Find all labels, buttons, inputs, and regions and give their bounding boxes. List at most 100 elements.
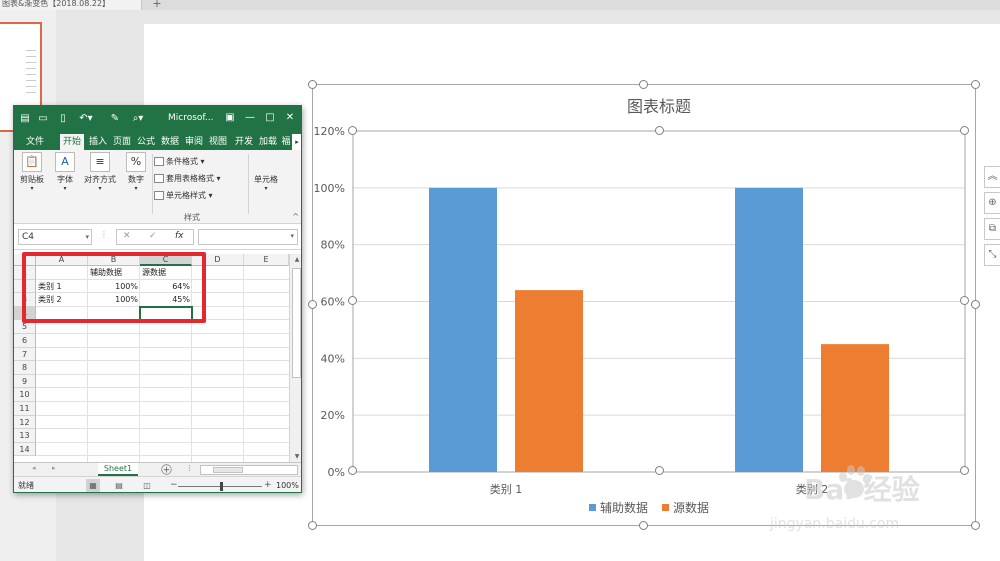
page-layout-view-icon[interactable]: ▤ [112, 479, 126, 492]
formula-input[interactable]: ▾ [198, 229, 298, 245]
tab-developer[interactable]: 开发 [232, 134, 256, 150]
name-box[interactable]: C4 ▾ [18, 229, 92, 245]
normal-view-icon[interactable]: ▦ [86, 479, 100, 492]
resize-handle-r[interactable] [971, 300, 980, 309]
y-tick-label[interactable]: 0% [328, 466, 345, 479]
zoom-in-icon[interactable]: + [264, 480, 272, 490]
y-tick-label[interactable]: 80% [321, 239, 345, 252]
save-icon[interactable]: ▤ [18, 112, 32, 126]
y-tick-label[interactable]: 120% [314, 125, 345, 138]
tab-more[interactable]: 福 [280, 134, 292, 150]
resize-handle-b[interactable] [639, 521, 648, 530]
zoom-out-icon[interactable]: − [170, 480, 178, 490]
plot-handle-bl[interactable] [348, 466, 357, 475]
cell-styles-button[interactable]: 单元格样式 ▾ [154, 190, 213, 201]
page-break-view-icon[interactable]: ◫ [140, 479, 154, 492]
enter-icon[interactable]: ✓ [149, 231, 157, 241]
chart-filters-icon[interactable]: ⧉ [984, 218, 1000, 240]
excel-title-bar[interactable]: ▤ ▭ ▯ ↶▾ ✎ ⌕▾ Microsof... ▣ — □ ✕ [14, 106, 301, 132]
new-file-icon[interactable]: ▯ [56, 112, 70, 126]
row-header-8[interactable]: 8 [14, 361, 36, 375]
plot-handle-tl[interactable] [348, 126, 357, 135]
column-header-e[interactable]: E [244, 254, 289, 266]
tab-formulas[interactable]: 公式 [134, 134, 158, 150]
maximize-icon[interactable]: □ [262, 110, 278, 126]
chart-layout-icon[interactable]: ⤡ [984, 244, 1000, 266]
legend-swatch[interactable] [662, 504, 669, 511]
sheet-tab-sheet1[interactable]: Sheet1 [98, 463, 138, 476]
plot-handle-tr[interactable] [960, 126, 969, 135]
tab-view[interactable]: 视图 [206, 134, 230, 150]
row-header-12[interactable]: 12 [14, 415, 36, 430]
chart-styles-icon[interactable]: ⊕ [984, 192, 1000, 214]
vertical-scroll-thumb[interactable] [292, 268, 301, 378]
bar-1-2[interactable] [735, 187, 803, 472]
legend-label[interactable]: 辅助数据 [600, 500, 648, 515]
tab-addins[interactable]: 加载 [256, 134, 280, 150]
legend-label[interactable]: 源数据 [673, 500, 709, 515]
resize-handle-l[interactable] [308, 300, 317, 309]
y-tick-label[interactable]: 20% [321, 409, 345, 422]
print-preview-icon[interactable]: ⌕▾ [128, 112, 148, 126]
horizontal-scroll-thumb[interactable] [213, 467, 243, 473]
plot-handle-l[interactable] [348, 296, 357, 305]
row-header-7[interactable]: 7 [14, 347, 36, 362]
sheet-next-icon[interactable]: ▸ [52, 464, 56, 472]
chart-elements-icon[interactable]: ︽ [984, 166, 1000, 188]
plot-handle-b[interactable] [655, 466, 664, 475]
cells-group[interactable]: 单元格 ▾ [250, 152, 282, 192]
clipboard-group[interactable]: 📋 剪贴板 ▾ [16, 152, 48, 192]
new-tab-button[interactable]: + [148, 0, 166, 10]
resize-handle-tl[interactable] [308, 80, 317, 89]
minimize-icon[interactable]: — [242, 110, 258, 126]
resize-handle-t[interactable] [639, 80, 648, 89]
document-tab[interactable]: 图表&渐变色【2018.08.22】 [0, 0, 142, 10]
tab-scroll-icon[interactable]: ▸ [292, 134, 301, 150]
row-header-13[interactable]: 13 [14, 429, 36, 443]
zoom-slider-knob[interactable] [220, 482, 223, 491]
close-icon[interactable]: ✕ [282, 110, 298, 126]
row-header-6[interactable]: 6 [14, 334, 36, 348]
y-tick-label[interactable]: 40% [321, 352, 345, 365]
row-header-10[interactable]: 10 [14, 388, 36, 402]
legend-swatch[interactable] [589, 504, 596, 511]
plot-handle-r[interactable] [960, 296, 969, 305]
tab-review[interactable]: 审阅 [182, 134, 206, 150]
cancel-icon[interactable]: ✕ [123, 231, 131, 241]
zoom-level[interactable]: 100% [276, 481, 299, 490]
alignment-group[interactable]: ≡ 对齐方式 ▾ [80, 152, 120, 192]
row-header-14[interactable]: 14 [14, 442, 36, 457]
font-group[interactable]: A 字体 ▾ [52, 152, 78, 192]
tab-data[interactable]: 数据 [158, 134, 182, 150]
open-icon[interactable]: ▭ [36, 112, 50, 126]
row-header-9[interactable]: 9 [14, 374, 36, 389]
tab-page-layout[interactable]: 页面 [110, 134, 134, 150]
sheet-prev-icon[interactable]: ◂ [32, 464, 36, 472]
ribbon-display-icon[interactable]: ▣ [222, 110, 238, 126]
undo-icon[interactable]: ↶▾ [76, 112, 96, 126]
vertical-scrollbar[interactable]: ▲ ▼ [289, 254, 301, 462]
tab-home[interactable]: 开始 [60, 134, 84, 150]
x-tick-label[interactable]: 类别 1 [490, 482, 523, 496]
tab-insert[interactable]: 插入 [86, 134, 110, 150]
bar-2-1[interactable] [515, 290, 583, 472]
resize-handle-tr[interactable] [971, 80, 980, 89]
format-painter-icon[interactable]: ✎ [108, 112, 122, 126]
number-group[interactable]: % 数字 ▾ [122, 152, 150, 192]
plot-handle-t[interactable] [655, 126, 664, 135]
bar-1-1[interactable] [429, 187, 497, 472]
bar-2-2[interactable] [821, 344, 889, 472]
collapse-ribbon-icon[interactable]: ^ [292, 212, 299, 221]
y-tick-label[interactable]: 60% [321, 296, 345, 309]
insert-function-icon[interactable]: fx [175, 231, 184, 241]
resize-handle-bl[interactable] [308, 521, 317, 530]
add-sheet-button[interactable]: + [161, 464, 172, 475]
conditional-format-button[interactable]: 条件格式 ▾ [154, 156, 205, 167]
chart-title[interactable]: 图表标题 [627, 97, 691, 116]
y-tick-label[interactable]: 100% [314, 182, 345, 195]
horizontal-scrollbar[interactable] [200, 465, 298, 475]
tab-file[interactable]: 文件 [20, 134, 50, 150]
table-format-button[interactable]: 套用表格格式 ▾ [154, 173, 221, 184]
tab-splitter-icon[interactable]: ⋮ [186, 464, 193, 472]
row-header-11[interactable]: 11 [14, 402, 36, 416]
